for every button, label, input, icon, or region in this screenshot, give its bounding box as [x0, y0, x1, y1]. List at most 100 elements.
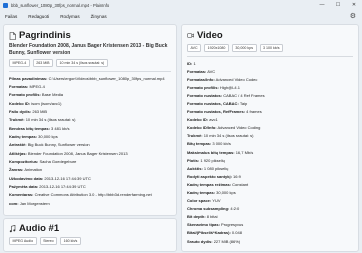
property-label: Trukmė:	[187, 133, 203, 139]
menu-bar: Failas Redaguoti Rodymas Žinynas ⚙	[0, 10, 362, 22]
property-row: Trukmė: 10 min 34 s (ilsos srautai: s)	[9, 116, 171, 124]
property-row: Kompozitorius: Sacha Goedegebure	[9, 158, 171, 166]
window-controls: — ☐ ✕	[314, 0, 362, 10]
document-icon	[9, 31, 16, 40]
property-value: Jan Morgenstern	[19, 200, 50, 206]
property-value: 0.048	[231, 230, 242, 236]
property-row: Kodeko ID: isom (isom/avc1)	[9, 100, 171, 108]
property-row: Failo dydis: 263 MiB	[9, 108, 171, 116]
property-row: Chroma subsampling: 4:2:0	[187, 205, 353, 213]
menu-help[interactable]: Žinynas	[91, 14, 107, 19]
minimize-button[interactable]: —	[314, 0, 330, 10]
property-value: 2013-12-16 17:44:39 UTC	[44, 175, 91, 181]
property-row: Kodeko ID/Info: Advanced Video Coding	[187, 124, 353, 132]
property-row: Kadrų tempas: 30,000 kps	[187, 189, 353, 197]
property-label: Srauto dydis:	[187, 238, 213, 244]
property-row: ID: 1	[187, 60, 353, 68]
property-label: Trukmė:	[9, 117, 25, 123]
property-value: isom (isom/avc1)	[31, 100, 62, 106]
property-label: Formato nustatos, RefFrames:	[187, 109, 246, 115]
menu-view[interactable]: Rodymas	[60, 14, 79, 19]
property-value: 1	[193, 60, 196, 66]
property-value: 16:9	[233, 173, 241, 179]
property-row: Formato nustatos, CABAC: Taip	[187, 100, 353, 108]
property-value: AVC	[207, 68, 216, 74]
property-label: Formatas/Info:	[187, 76, 215, 82]
video-header: Video	[187, 30, 353, 41]
general-tags: MPEG-4 263 MiB 10 min 34 s (ilsos srauta…	[9, 59, 171, 67]
general-header: Pagrindinis	[9, 30, 171, 41]
property-row: Bitų tempas: 3 000 kb/s	[187, 140, 353, 148]
audio-header: Audio #1	[9, 223, 171, 234]
menu-edit[interactable]: Redaguoti	[28, 14, 49, 19]
property-value: Big Buck Bunny, Sunflower version	[27, 142, 90, 148]
property-value: 227 MiB (86%)	[213, 238, 241, 244]
property-label: Kodeko ID:	[9, 100, 31, 106]
property-label: Bendras bitų tempas:	[9, 125, 50, 131]
property-row: Pažymėta data: 2013-12-16 17:44:39 UTC	[9, 183, 171, 191]
property-row: Plotis: 1 920 pikselių	[187, 157, 353, 165]
general-properties: Pilnas pavadinimas: C:\Users\ergon\Video…	[9, 75, 171, 209]
property-value: C:\Users\ergon\Videos\bbb_sunflower_1080…	[48, 75, 165, 81]
property-value: 263 MiB	[32, 108, 48, 114]
property-value: Base Media	[41, 92, 64, 98]
tag-channels: Stereo	[39, 237, 58, 245]
audio-panel: Audio #1 MPEG Audio Stereo 160 kb/s	[3, 218, 177, 252]
property-value: 10 min 34 s (ilsos srautai: s)	[25, 117, 76, 123]
property-value: Advanced Video Coding	[217, 125, 261, 131]
property-row: com: Jan Morgenstern	[9, 200, 171, 208]
property-value: 10 min 34 s (ilsos srautai: s)	[203, 133, 254, 139]
property-label: Komentaras:	[9, 192, 34, 198]
property-label: Antraštė:	[9, 142, 27, 148]
property-label: Formato profilis:	[9, 92, 41, 98]
property-row: Aukštis: 1 080 pikselių	[187, 165, 353, 173]
property-label: Rodyti aspekto santykį:	[187, 173, 232, 179]
property-label: Žanras:	[9, 167, 24, 173]
property-row: Formato profilis: High@L4.1	[187, 84, 353, 92]
property-row: Formato nustatos: CABAC / 4 Ref Frames	[187, 92, 353, 100]
property-row: Bitai/(Pikseliš*Kadras): 0.048	[187, 229, 353, 237]
property-value: 4 frames	[246, 109, 262, 115]
video-title: Video	[197, 30, 223, 41]
close-button[interactable]: ✕	[346, 0, 362, 10]
property-value: Advanced Video Codec	[215, 76, 258, 82]
tag-video-bitrate: 3 100 kb/s	[259, 44, 284, 52]
property-value: Animation	[24, 167, 43, 173]
property-label: Kodeko ID/Info:	[187, 125, 217, 131]
property-value: CABAC / 4 Ref Frames	[223, 92, 265, 98]
property-value: 4:2:0	[230, 206, 240, 212]
property-label: Kompozitorius:	[9, 158, 39, 164]
property-value: 3 000 kb/s	[212, 141, 231, 147]
tag-format: MPEG-4	[9, 59, 30, 67]
property-value: 16,7 Mb/s	[235, 149, 254, 155]
property-value: 1 080 pikselių	[203, 165, 229, 171]
property-label: Color space:	[187, 198, 212, 204]
video-tags: AVC 1920x1080 30,000 kps 3 100 kb/s	[187, 44, 353, 52]
property-row: Užkodavimo data: 2013-12-16 17:44:39 UTC	[9, 175, 171, 183]
property-label: Chroma subsampling:	[187, 206, 230, 212]
property-label: Užkodavimo data:	[9, 175, 44, 181]
property-value: High@L4.1	[219, 84, 240, 90]
settings-gear-icon[interactable]: ⚙	[350, 12, 356, 20]
property-label: Kodeko ID:	[187, 117, 209, 123]
app-icon	[3, 2, 8, 8]
property-label: Formato nustatos:	[187, 92, 223, 98]
window-title: bbb_sunflower_1080p_30fps_normal.mp4 - P…	[11, 2, 110, 8]
property-row: Atlikėjas: Blender Foundation 2008, Janu…	[9, 150, 171, 158]
property-row: Formatas: AVC	[187, 68, 353, 76]
menu-file[interactable]: Failas	[5, 14, 17, 19]
property-row: Srauto dydis: 227 MiB (86%)	[187, 238, 353, 246]
property-label: com:	[9, 200, 19, 206]
property-row: Skenavimo tipas: Progresyvus	[187, 221, 353, 229]
maximize-button[interactable]: ☐	[330, 0, 346, 10]
video-properties: ID: 1 Formatas: AVC Formatas/Info: Advance…	[187, 60, 353, 246]
general-subtitle: Blender Foundation 2008, Janus Bager Kri…	[9, 43, 168, 56]
tag-audio-bitrate: 160 kb/s	[60, 237, 81, 245]
property-value: Blender Foundation 2008, Janus Bager Kri…	[27, 150, 128, 156]
property-row: Žanras: Animation	[9, 166, 171, 174]
property-label: Plotis:	[187, 157, 200, 163]
property-value: 2013-12-16 17:44:39 UTC	[39, 183, 86, 189]
property-label: Bitai/(Pikseliš*Kadras):	[187, 230, 231, 236]
divider	[9, 71, 171, 72]
property-label: Formato nustatos, CABAC:	[187, 100, 239, 106]
